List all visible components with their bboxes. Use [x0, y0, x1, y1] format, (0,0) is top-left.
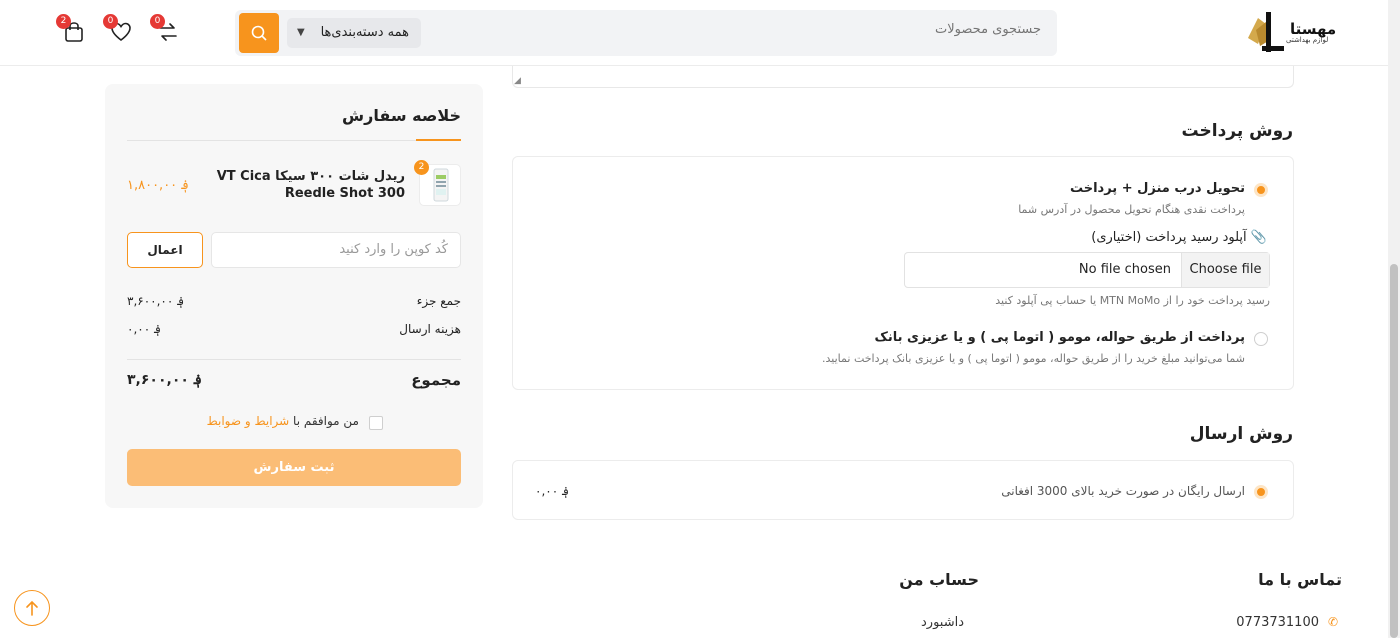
terms-checkbox[interactable] [369, 416, 383, 430]
search-input[interactable] [541, 22, 1041, 37]
search-bar: همه دسته‌بندی‌ها ▼ [235, 10, 1057, 56]
receipt-file-input[interactable]: Choose file No file chosen [904, 252, 1270, 288]
address-notes-box: ◢ [512, 66, 1294, 88]
payment-option-cod-desc: پرداخت نقدی هنگام تحویل محصول در آدرس شم… [1018, 203, 1245, 216]
shipping-option-price: ؋ ۰,۰۰ [535, 484, 570, 498]
upload-receipt-label: 📎 آپلود رسید پرداخت (اختیاری) [1091, 230, 1267, 245]
coupon-input[interactable]: کُد کوپن را وارد کنید [211, 232, 461, 268]
logo-mark-icon [1248, 12, 1284, 52]
terms-agreement-text: من موافقم با شرایط و ضوابط [207, 414, 359, 428]
summary-divider [127, 359, 461, 360]
terms-agreement: من موافقم با شرایط و ضوابط [203, 414, 383, 432]
wishlist-count-badge: 0 [103, 14, 118, 29]
choose-file-button[interactable]: Choose file [1181, 253, 1269, 287]
product-name[interactable]: ریدل شات ۳۰۰ سیکا VT Cica Reedle Shot 30… [185, 168, 405, 202]
payment-option-cod-radio[interactable] [1254, 183, 1268, 197]
terms-prefix: من موافقم با [293, 414, 359, 428]
terms-link[interactable]: شرایط و ضوابط [207, 414, 290, 428]
payment-option-transfer-radio[interactable] [1254, 332, 1268, 346]
payment-option-transfer-title[interactable]: پرداخت از طریق حواله، مومو ( اتوما پی ) … [875, 330, 1245, 345]
phone-icon: ✆ [1328, 615, 1339, 629]
category-select-label: همه دسته‌بندی‌ها [320, 25, 409, 40]
order-summary-title: خلاصه سفارش [342, 106, 461, 125]
resize-grip-icon[interactable]: ◢ [514, 76, 521, 86]
page-scrollbar[interactable] [1388, 0, 1400, 638]
search-icon [251, 25, 267, 41]
logo-subtitle: لوازم بهداشتی [1286, 36, 1329, 44]
total-label: مجموع [411, 371, 461, 389]
arrow-up-icon [26, 600, 38, 616]
file-status-text: No file chosen [1078, 262, 1171, 277]
compare-button[interactable]: 0 [150, 14, 182, 46]
summary-title-divider [127, 140, 461, 141]
payment-option-transfer-desc: شما می‌توانید مبلغ خرید را از طریق حواله… [822, 352, 1245, 365]
cart-count-badge: 2 [56, 14, 71, 29]
payment-option-cod-title[interactable]: تحویل درب منزل + پرداخت [1070, 181, 1245, 196]
chevron-down-icon: ▼ [297, 27, 305, 38]
shipping-method-title: روش ارسال [1189, 424, 1293, 444]
upload-hint-text: رسید پرداخت خود را از MTN MoMo یا حساب پ… [995, 294, 1270, 307]
shipping-cost-label: هزینه ارسال [399, 322, 461, 336]
compare-count-badge: 0 [150, 14, 165, 29]
subtotal-value: ؋ ۳,۶۰۰,۰۰ [127, 294, 185, 308]
scrollbar-thumb[interactable] [1390, 264, 1398, 638]
footer-account-title: حساب من [899, 570, 979, 589]
apply-coupon-button[interactable]: اعمال [127, 232, 203, 268]
footer-dashboard-link[interactable]: داشبورد [921, 615, 964, 630]
wishlist-button[interactable]: 0 [103, 14, 135, 46]
summary-title-accent [416, 139, 461, 141]
search-button[interactable] [239, 13, 279, 53]
place-order-button[interactable]: ثبت سفارش [127, 449, 461, 486]
subtotal-label: جمع جزء [416, 294, 461, 308]
total-value: ؋ ۳,۶۰۰,۰۰ [127, 372, 202, 388]
footer-contact-title: تماس با ما [1258, 570, 1342, 589]
paperclip-icon: 📎 [1250, 230, 1267, 245]
scroll-to-top-button[interactable] [14, 590, 50, 626]
product-quantity-badge: 2 [414, 160, 429, 175]
order-summary-panel: خلاصه سفارش 2 ریدل شات ۳۰۰ سیکا VT Cica … [105, 84, 483, 508]
site-header: مهستا لوازم بهداشتی همه دسته‌بندی‌ها ▼ 0… [0, 0, 1400, 66]
payment-method-title: روش پرداخت [1181, 121, 1294, 141]
shipping-option-radio[interactable] [1254, 485, 1268, 499]
cart-button[interactable]: 2 [56, 14, 88, 46]
product-price: ؋ ۱,۸۰۰,۰۰ [127, 178, 189, 193]
shipping-option-label[interactable]: ارسال رایگان در صورت خرید بالای 3000 افغ… [1001, 484, 1245, 498]
upload-receipt-text: آپلود رسید پرداخت (اختیاری) [1091, 230, 1247, 245]
category-select[interactable]: همه دسته‌بندی‌ها ▼ [287, 18, 421, 48]
shipping-cost-value: ؋ ۰,۰۰ [127, 322, 162, 336]
footer-phone[interactable]: 0773731100 [1236, 615, 1319, 630]
